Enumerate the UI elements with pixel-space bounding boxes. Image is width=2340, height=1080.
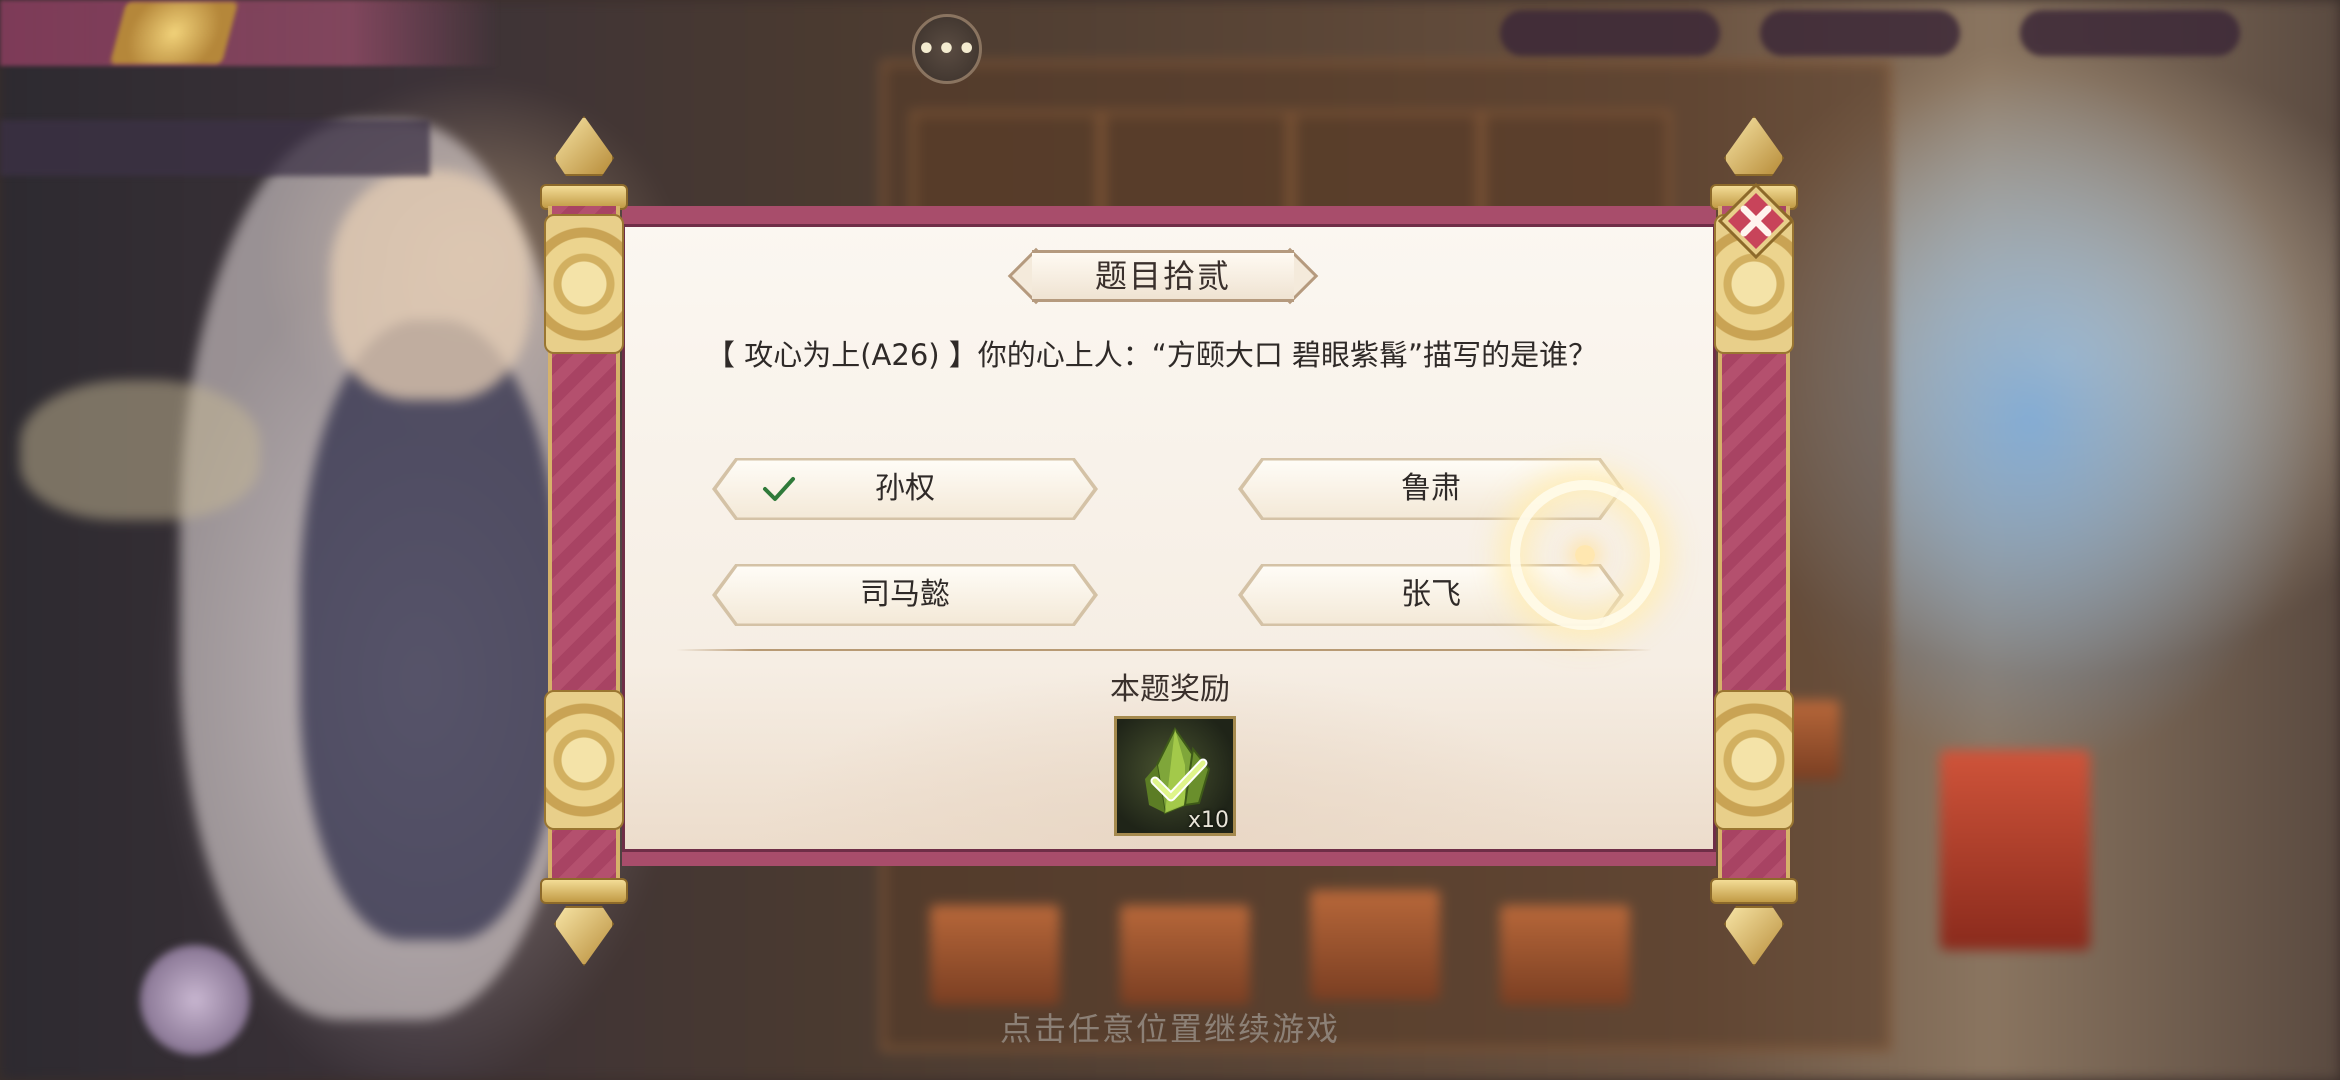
chat-button[interactable]: ••• [912,14,982,84]
currency-slot-1 [1500,10,1720,56]
option-label: 孙权 [875,471,935,506]
reward-divider [676,649,1652,651]
currency-slot-2 [1760,10,1960,56]
claimed-check-icon [1150,758,1208,802]
event-badge-icon [109,2,239,64]
continue-hint: 点击任意位置继续游戏 [999,1010,1340,1048]
close-button[interactable] [1717,182,1795,260]
avatar [140,945,250,1055]
question-text: 【 攻心为上(A26) 】你的心上人：“方颐大口 碧眼紫髯”描写的是谁？ [706,338,1598,372]
option-button-1[interactable]: 孙权 [712,458,1098,520]
option-button-3[interactable]: 司马懿 [712,564,1098,626]
tap-glow-core [1575,545,1595,565]
question-title-plaque: 题目拾贰 [1007,247,1319,305]
currency-slot-3 [2020,10,2240,56]
question-title: 题目拾贰 [1094,257,1231,295]
reward-item-slot[interactable]: x10 [1114,716,1236,836]
close-icon [1717,182,1795,260]
event-subtitle-bar [0,120,430,176]
reward-count: x10 [1187,808,1229,833]
chat-bubble-icon: ••• [916,31,978,67]
event-banner [0,0,500,66]
reward-label: 本题奖励 [1110,672,1230,707]
option-label: 司马懿 [860,577,950,612]
scroll-rod-left [540,116,628,966]
